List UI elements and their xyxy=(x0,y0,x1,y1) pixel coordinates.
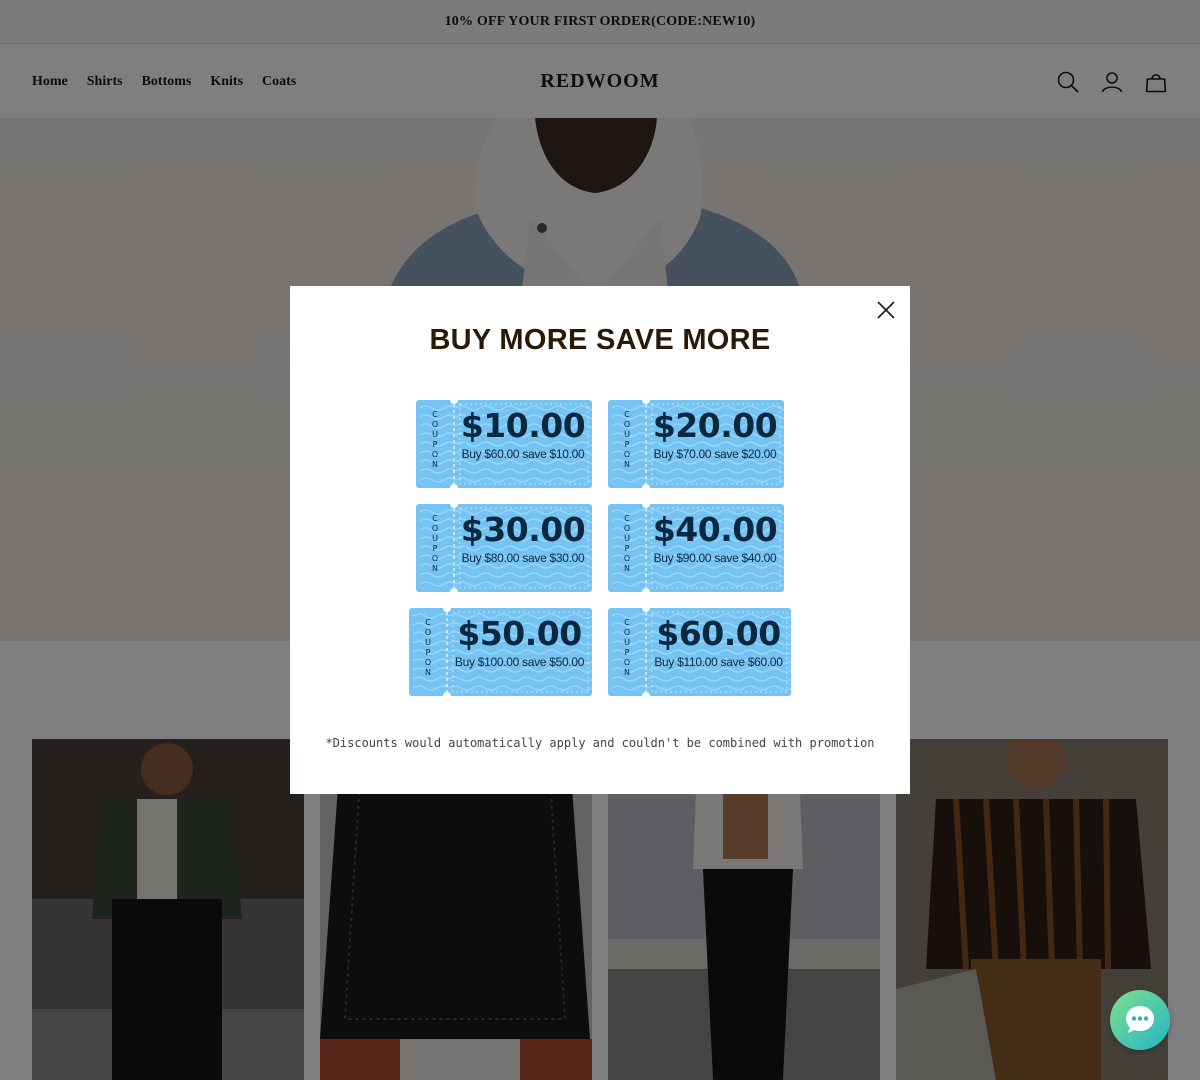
close-icon[interactable] xyxy=(874,298,898,322)
coupon-stub-label: COUPON xyxy=(623,618,631,677)
coupon-stub-label: COUPON xyxy=(623,514,631,573)
coupon-description: Buy $60.00 save $10.00 xyxy=(461,447,585,461)
coupon-description: Buy $100.00 save $50.00 xyxy=(454,655,585,669)
coupon-ticket: C O U P O N $50.00 Buy $100.00 save $50.00 xyxy=(409,608,592,696)
coupon-description: Buy $70.00 save $20.00 xyxy=(653,447,777,461)
coupon-stub-label: COUPON xyxy=(431,410,439,469)
coupon-amount: $40.00 xyxy=(652,510,778,549)
chat-icon xyxy=(1126,1006,1154,1033)
coupon-stub-label: COUPON xyxy=(424,618,432,677)
coupon-stub-label: COUPON xyxy=(431,514,439,573)
coupon-amount: $20.00 xyxy=(652,406,778,445)
modal-note: *Discounts would automatically apply and… xyxy=(325,736,875,750)
modal-title: BUY MORE SAVE MORE xyxy=(429,324,771,356)
coupon-ticket: C O U P O N $20.00 Buy $70.00 save $20.00 xyxy=(608,400,784,488)
coupon-ticket: C O U P O N $30.00 Buy $80.00 save $30.00 xyxy=(416,504,592,592)
coupon-amount: $60.00 xyxy=(656,614,781,653)
coupon-ticket: C O U P O N $40.00 Buy $90.00 save $40.00 xyxy=(608,504,784,592)
coupon-amount: $50.00 xyxy=(457,614,582,653)
chat-button[interactable] xyxy=(1110,990,1170,1050)
coupon-description: Buy $90.00 save $40.00 xyxy=(653,551,777,565)
coupon-ticket: C O U P O N $60.00 Buy $110.00 save $60.00 xyxy=(608,608,791,696)
coupon-stub-label: COUPON xyxy=(623,410,631,469)
coupon-description: Buy $80.00 save $30.00 xyxy=(461,551,585,565)
promo-modal: BUY MORE SAVE MORE C O U P O N $10.00 Buy $60.0… xyxy=(290,286,910,794)
coupon-description: Buy $110.00 save $60.00 xyxy=(654,655,783,669)
coupon-amount: $30.00 xyxy=(460,510,586,549)
coupon-ticket: C O U P O N $10.00 Buy $60.00 save $10.00 xyxy=(416,400,592,488)
coupon-amount: $10.00 xyxy=(460,406,586,445)
